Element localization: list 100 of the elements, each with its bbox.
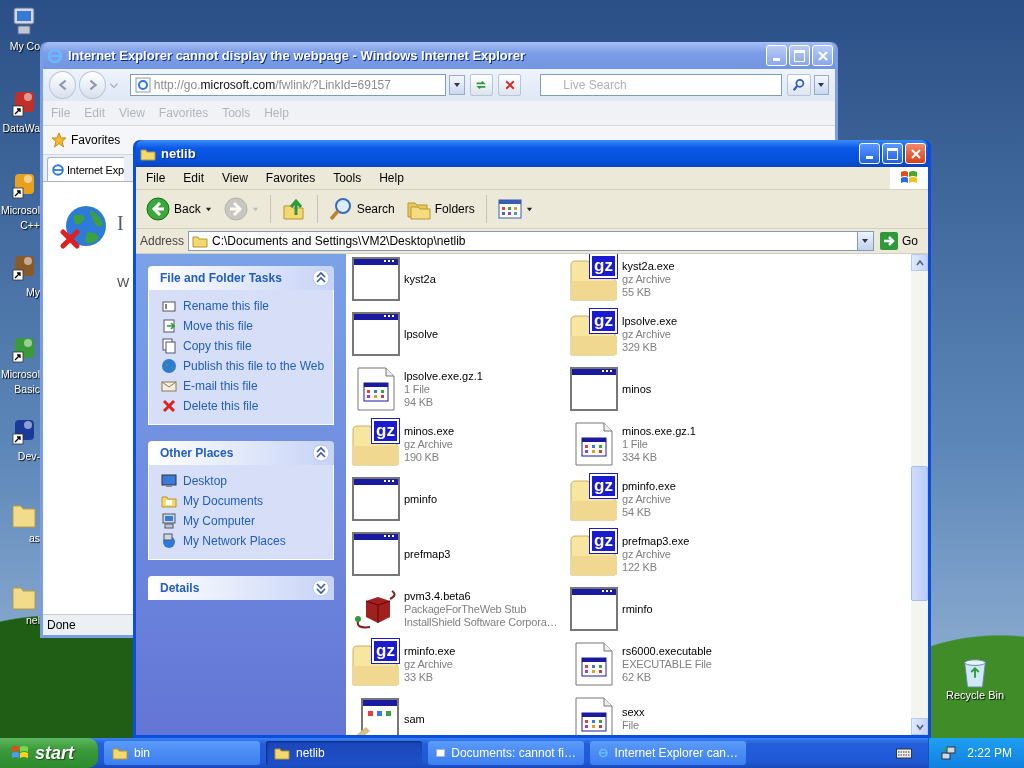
program-window-icon[interactable] bbox=[352, 477, 400, 521]
desktop-icon bbox=[161, 473, 177, 489]
file-name[interactable]: lpsolve bbox=[404, 327, 439, 341]
browser-tab[interactable]: Internet Exp bbox=[47, 157, 124, 181]
file-name[interactable]: minos bbox=[622, 382, 652, 396]
close-icon bbox=[817, 50, 828, 61]
task-link[interactable]: My Network Places bbox=[183, 534, 286, 548]
move-icon bbox=[161, 318, 177, 334]
forward-button[interactable] bbox=[79, 71, 107, 99]
maximize-button[interactable] bbox=[882, 143, 903, 164]
favorites-button[interactable]: Favorites bbox=[51, 132, 121, 148]
task-link[interactable]: Desktop bbox=[183, 474, 228, 488]
folder-icon bbox=[192, 234, 209, 248]
file-name[interactable]: rs6000.executable bbox=[622, 644, 712, 658]
computer-icon[interactable] bbox=[12, 6, 36, 38]
views-icon bbox=[497, 199, 522, 219]
file-name[interactable]: pminfo bbox=[404, 492, 438, 506]
program-window-icon[interactable] bbox=[570, 367, 618, 411]
maximize-icon bbox=[794, 49, 805, 62]
menu-item[interactable]: Edit bbox=[183, 171, 205, 185]
search-button[interactable]: Search bbox=[324, 195, 399, 223]
file-name[interactable]: kyst2a.exe bbox=[622, 259, 675, 273]
file-name[interactable]: rminfo bbox=[622, 602, 653, 616]
file-name[interactable]: prefmap3 bbox=[404, 547, 451, 561]
menu-item[interactable]: Favorites bbox=[265, 171, 316, 185]
rename-icon bbox=[161, 298, 177, 314]
program-window-icon[interactable] bbox=[352, 312, 400, 356]
globe-error-icon bbox=[59, 204, 107, 252]
program-window-icon[interactable] bbox=[352, 532, 400, 576]
back-button[interactable]: Back bbox=[142, 195, 216, 223]
file-name[interactable]: pminfo.exe bbox=[622, 479, 676, 493]
search-field[interactable]: Live Search bbox=[540, 74, 783, 96]
stop-button[interactable] bbox=[498, 74, 522, 96]
file-detail: gz Archive bbox=[622, 272, 671, 286]
menu-item[interactable]: View bbox=[222, 171, 248, 185]
scrollbar[interactable] bbox=[911, 254, 928, 735]
file-name[interactable]: prefmap3.exe bbox=[622, 534, 690, 548]
file-name[interactable]: minos.exe bbox=[404, 424, 455, 438]
file-name[interactable]: minos.exe.gz.1 bbox=[622, 424, 696, 438]
web-icon bbox=[161, 358, 177, 374]
chevron-icon[interactable] bbox=[312, 444, 330, 462]
up-folder-icon bbox=[281, 197, 306, 221]
file-detail: gz Archive bbox=[622, 547, 671, 561]
task-link[interactable]: Move this file bbox=[183, 319, 254, 333]
file-name[interactable]: rminfo.exe bbox=[404, 644, 456, 658]
address-field[interactable]: http://go.microsoft.com/fwlink/?LinkId=69157 bbox=[129, 74, 447, 96]
panel-header[interactable]: Other Places bbox=[148, 441, 334, 465]
file-detail: PackageForTheWeb Stub bbox=[404, 602, 527, 616]
menu-item[interactable]: Tools bbox=[333, 171, 362, 185]
file-name[interactable]: pvm3.4.beta6 bbox=[404, 589, 471, 603]
caret-icon bbox=[525, 205, 533, 213]
refresh-button[interactable] bbox=[469, 74, 494, 96]
network-icon[interactable] bbox=[941, 745, 958, 761]
task-link[interactable]: Copy this file bbox=[183, 339, 252, 353]
file-name[interactable]: lpsolve.exe bbox=[622, 314, 678, 328]
program-window-icon[interactable] bbox=[352, 257, 400, 301]
desktop-icon-label: C++ bbox=[20, 219, 40, 232]
task-link[interactable]: My Documents bbox=[183, 494, 264, 508]
task-link[interactable]: E-mail this file bbox=[183, 379, 258, 393]
dropdown-button[interactable] bbox=[813, 75, 829, 95]
file-name[interactable]: sam bbox=[404, 712, 425, 726]
go-arrow-icon bbox=[880, 232, 898, 250]
desktop-icon-label: Dev- bbox=[17, 450, 40, 463]
scrollbar-thumb[interactable] bbox=[911, 466, 928, 601]
task-link[interactable]: Publish this file to the Web bbox=[183, 359, 325, 373]
file-name[interactable]: kyst2a bbox=[404, 272, 436, 286]
file-detail: 190 KB bbox=[404, 450, 439, 464]
taskbar-button[interactable]: netlib bbox=[266, 741, 422, 765]
folder-icon bbox=[274, 746, 290, 760]
task-link[interactable]: My Computer bbox=[183, 514, 256, 528]
folders-button[interactable]: Folders bbox=[402, 195, 479, 223]
file-name[interactable]: sexx bbox=[622, 706, 645, 719]
page-heading: I bbox=[117, 212, 124, 235]
panel-header[interactable]: File and Folder Tasks bbox=[148, 266, 334, 290]
address-field[interactable]: C:\Documents and Settings\VM2\Desktop\netlib bbox=[188, 231, 857, 251]
desktop-icon-label: nel bbox=[26, 614, 40, 627]
dropdown-button[interactable] bbox=[449, 75, 465, 95]
task-link[interactable]: Delete this file bbox=[183, 399, 259, 413]
file-detail: 33 KB bbox=[404, 670, 433, 684]
panel-header[interactable]: Details bbox=[148, 576, 334, 600]
chevron-icon[interactable] bbox=[312, 269, 330, 287]
file-name[interactable]: lpsolve.exe.gz.1 bbox=[404, 369, 483, 383]
close-button[interactable] bbox=[905, 143, 926, 164]
keyboard-icon[interactable] bbox=[896, 747, 913, 759]
back-button[interactable] bbox=[49, 71, 77, 99]
caret-icon bbox=[453, 81, 462, 89]
program-window-icon[interactable] bbox=[570, 587, 618, 631]
go-button[interactable]: Go bbox=[878, 232, 924, 250]
task-link[interactable]: Rename this file bbox=[183, 299, 270, 313]
search-button[interactable] bbox=[787, 74, 811, 96]
menu-item[interactable]: Help bbox=[379, 171, 404, 185]
desktop-icon-label: My Co bbox=[9, 40, 40, 53]
chevron-icon[interactable] bbox=[312, 579, 330, 597]
minimize-button[interactable] bbox=[859, 143, 880, 164]
minimize-icon bbox=[866, 156, 873, 159]
computer-icon bbox=[161, 513, 177, 529]
start-button[interactable]: start bbox=[0, 738, 98, 768]
menu-item[interactable]: File bbox=[146, 171, 166, 185]
caret-icon bbox=[861, 237, 870, 245]
desktop-icon-label: Microsol bbox=[0, 368, 40, 381]
